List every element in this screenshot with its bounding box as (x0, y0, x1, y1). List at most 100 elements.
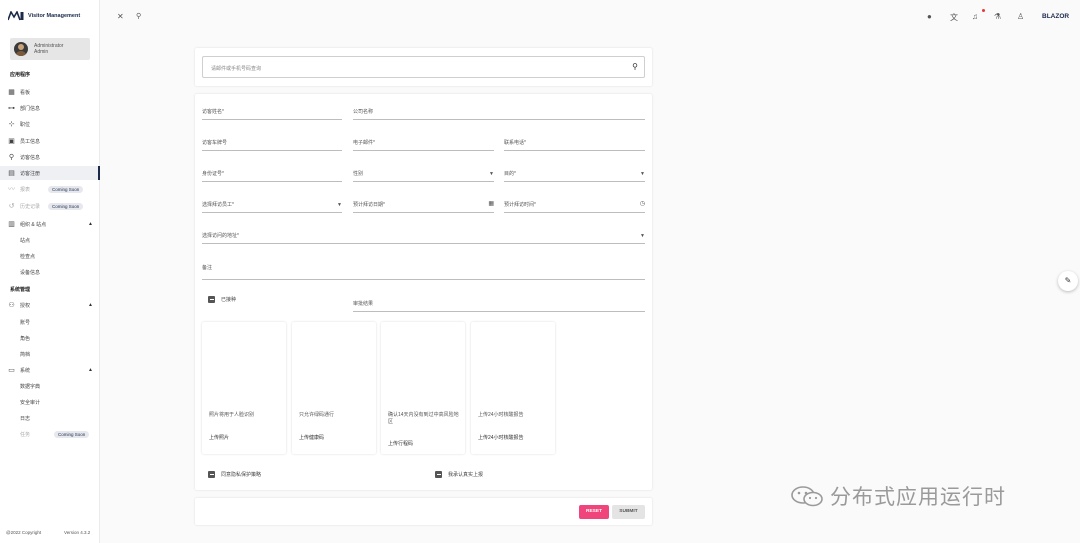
badge-icon: ▣ (8, 137, 15, 145)
user-icon[interactable]: ♙ (1017, 12, 1024, 21)
sidebar-item-roles[interactable]: 角色 (0, 331, 100, 345)
submit-button[interactable]: SUBMIT (612, 505, 645, 519)
sidebar-item-accounts[interactable]: 账号 (0, 315, 100, 329)
chevron-up-icon: ▲ (88, 302, 93, 308)
phone-field[interactable]: 联系电话* (504, 139, 645, 151)
watermark-text: 分布式应用运行时 (830, 486, 1006, 509)
sidebar-item-reports[interactable]: 〰 报表 Coming Soon (0, 182, 100, 196)
brand-title: Visitor Management (28, 13, 81, 19)
clock-icon[interactable]: ◷ (640, 200, 645, 207)
sidebar-item-dictionary[interactable]: 数据字典 (0, 379, 100, 393)
dropdown-arrow-icon: ▼ (640, 171, 645, 177)
sidebar-item-profile[interactable]: 简档 (0, 347, 100, 361)
walking-person-icon: ⚲ (8, 153, 15, 161)
sidebar-item-org-sites[interactable]: ▥ 组织 & 站点 ▲ (0, 217, 100, 231)
review-result-field: 审批结果 (353, 300, 645, 312)
sidebar-item-devices[interactable]: 设备信息 (0, 265, 100, 279)
sidebar-item-history[interactable]: ↺ 历史记录 Coming Soon (0, 199, 100, 213)
user-card[interactable]: Administrator Admin (10, 38, 90, 60)
sidebar-item-tasks[interactable]: 任务 Coming Soon (0, 427, 100, 441)
search-placeholder: 请邮件或手机号码查询 (211, 66, 262, 72)
search-input[interactable]: 请邮件或手机号码查询 ⚲ (202, 56, 645, 78)
dropdown-arrow-icon: ▼ (337, 202, 342, 208)
book-icon: ▤ (8, 169, 15, 177)
purpose-select[interactable]: 目的* ▼ (504, 170, 645, 182)
upload-health-code-button[interactable]: 上传健康码 (299, 434, 324, 441)
nav-section-app: 应用程序 (10, 72, 31, 78)
sidebar-item-checkpoints[interactable]: 检查点 (0, 249, 100, 263)
coming-soon-badge: Coming Soon (54, 431, 90, 438)
sidebar-item-departments[interactable]: ⊶ 部门信息 (0, 101, 100, 115)
dashboard-icon: ▦ (8, 88, 15, 96)
coming-soon-badge: Coming Soon (48, 203, 84, 210)
user-name: Admin (34, 49, 49, 55)
sidebar-item-audit[interactable]: 安全审计 (0, 395, 100, 409)
dropdown-arrow-icon: ▼ (640, 233, 645, 239)
sidebar-item-visitor-register[interactable]: ▤ 访客注册 (0, 166, 100, 180)
monitor-icon: ▭ (8, 366, 15, 374)
avatar (14, 42, 28, 56)
pencil-icon: ✎ (1064, 276, 1072, 285)
confirm-checkbox[interactable]: 我承认真实上报 (435, 471, 483, 478)
visit-date-field[interactable]: 预计拜访日期* ▦ (353, 201, 494, 213)
building-icon: ▥ (8, 220, 15, 228)
id-number-field[interactable]: 身份证号* (202, 170, 342, 182)
reset-button[interactable]: RESET (579, 505, 609, 519)
upload-photo-button[interactable]: 上传照片 (209, 434, 229, 441)
users-icon: ⚇ (8, 301, 15, 309)
search-icon[interactable]: ⚲ (632, 62, 638, 71)
upload-trip-code-button[interactable]: 上传行程码 (388, 440, 413, 447)
company-field[interactable]: 公司名称 (353, 108, 645, 120)
employee-select[interactable]: 选择拜访员工* ▼ (202, 201, 342, 213)
org-chart-icon: ⊶ (8, 104, 15, 112)
upload-card-pcr: 上传24小时核酸报告 上传24小时核酸报告 (471, 322, 555, 454)
checkbox-indeterminate-icon (208, 296, 215, 303)
visit-time-field[interactable]: 预计拜访时间* ◷ (504, 201, 645, 213)
upload-pcr-report-button[interactable]: 上传24小时核酸报告 (478, 434, 524, 441)
footer-version: Version 4.3.2 (64, 530, 91, 535)
sidebar-item-visitors[interactable]: ⚲ 访客信息 (0, 150, 100, 164)
nav-section-sys: 系统管理 (10, 287, 31, 293)
sidebar-item-auth[interactable]: ⚇ 授权 ▲ (0, 298, 100, 312)
edit-fab-button[interactable]: ✎ (1058, 271, 1078, 291)
footer-copyright: @2022 Copyright (6, 530, 42, 535)
watermark: 分布式应用运行时 (790, 481, 1006, 511)
visit-site-select[interactable]: 选择访问的地址* ▼ (202, 232, 645, 244)
wechat-icon (790, 485, 824, 507)
checkbox-indeterminate-icon (208, 471, 215, 478)
chart-line-icon: 〰 (8, 185, 15, 193)
bell-icon[interactable]: ♫ (972, 12, 978, 21)
sidebar-item-system[interactable]: ▭ 系统 ▲ (0, 363, 100, 377)
translate-icon[interactable]: 文 (950, 12, 958, 23)
coming-soon-badge: Coming Soon (48, 186, 84, 193)
chevron-up-icon: ▲ (88, 221, 93, 227)
sidebar: Visitor Management Administrator Admin 应… (0, 0, 100, 543)
search-icon[interactable]: ⚲ (136, 12, 141, 20)
brand[interactable]: Visitor Management (8, 11, 80, 21)
sidebar-item-dashboard[interactable]: ▦ 看板 (0, 85, 100, 99)
plate-field[interactable]: 访客车牌号 (202, 139, 342, 151)
calendar-icon[interactable]: ▦ (488, 200, 494, 207)
visitor-name-field[interactable]: 访客姓名* (202, 108, 342, 120)
upload-card-health: 只允许绿码通行 上传健康码 (292, 322, 376, 454)
history-icon: ↺ (8, 202, 15, 210)
email-field[interactable]: 电子邮件* (353, 139, 494, 151)
dropdown-arrow-icon: ▼ (489, 171, 494, 177)
brand-logo-icon (8, 11, 24, 21)
gender-select[interactable]: 性别 ▼ (353, 170, 494, 182)
sidebar-item-sites[interactable]: 站点 (0, 233, 100, 247)
vaccinated-checkbox[interactable]: 已接种 (208, 296, 236, 303)
sidebar-item-logs[interactable]: 日志 (0, 411, 100, 425)
sidebar-item-positions[interactable]: ⊹ 职位 (0, 117, 100, 131)
remark-field[interactable]: 备注 (202, 264, 645, 280)
github-icon[interactable]: ● (927, 12, 932, 21)
brand-right: BLAZOR (1042, 13, 1070, 20)
checkbox-indeterminate-icon (435, 471, 442, 478)
position-icon: ⊹ (8, 120, 15, 128)
privacy-checkbox[interactable]: 同意隐私保护策略 (208, 471, 261, 478)
upload-card-photo: 照片将用于人脸识别 上传照片 (202, 322, 286, 454)
chevron-up-icon: ▲ (88, 367, 93, 373)
flask-icon[interactable]: ⚗ (994, 12, 1001, 21)
sidebar-item-employees[interactable]: ▣ 员工信息 (0, 134, 100, 148)
close-icon[interactable]: ✕ (117, 12, 124, 21)
